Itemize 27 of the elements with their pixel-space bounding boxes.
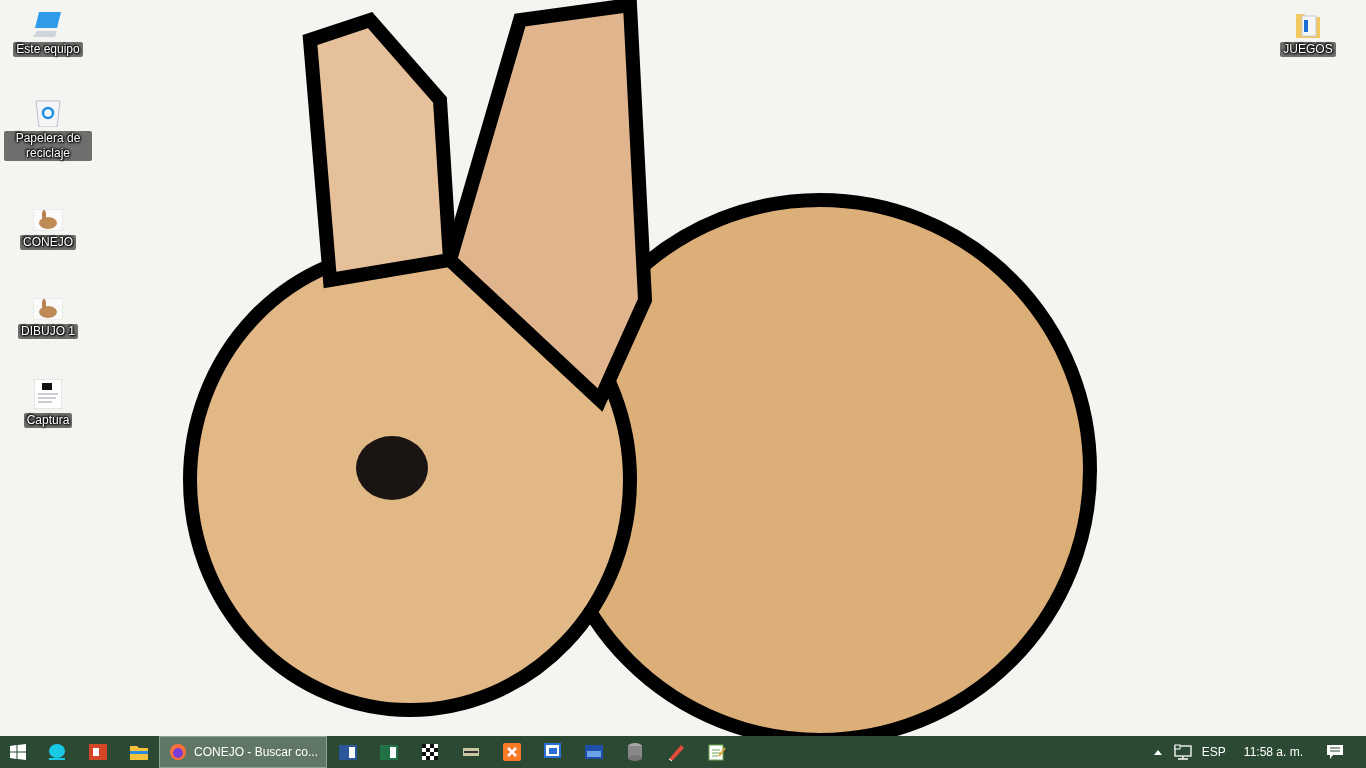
cross-badge-icon	[501, 742, 522, 762]
chat-bubble-icon	[46, 742, 67, 762]
spreadsheet-icon	[378, 742, 399, 762]
rabbit-thumbnail-icon	[33, 209, 63, 231]
computer-icon	[33, 10, 63, 38]
taskbar-app-button[interactable]: CONEJO - Buscar co...	[159, 736, 328, 768]
notifications-icon[interactable]	[1327, 744, 1343, 760]
caret-up-icon[interactable]	[1153, 749, 1162, 755]
rabbit-thumbnail-icon	[33, 298, 63, 320]
desktop-icon-label[interactable]: JUEGOS	[1280, 42, 1336, 57]
checkered-icon	[419, 742, 440, 762]
recycle-bin-icon	[35, 99, 61, 127]
network-icon[interactable]	[1173, 744, 1192, 760]
presentation-icon	[87, 742, 108, 762]
notepad-icon	[706, 742, 727, 762]
windows-logo-icon	[10, 744, 26, 760]
document-thumbnail-icon	[34, 379, 62, 409]
clock[interactable]: 11:58 a. m.	[1243, 743, 1303, 761]
globe-icon	[168, 742, 188, 762]
desktop-icon-label[interactable]: DIBUJO 1	[18, 324, 78, 339]
desktop-icon-label[interactable]: Captura	[23, 413, 73, 428]
desktop-icon-label[interactable]: CONEJO	[20, 235, 76, 250]
language-indicator[interactable]: ESP	[1201, 743, 1226, 761]
document-icon	[337, 742, 358, 762]
screen-icon	[583, 742, 604, 762]
desktop-icon-label[interactable]: Este equipo	[13, 42, 83, 57]
desktop-icon-label[interactable]: Papelera de reciclaje	[4, 131, 92, 161]
